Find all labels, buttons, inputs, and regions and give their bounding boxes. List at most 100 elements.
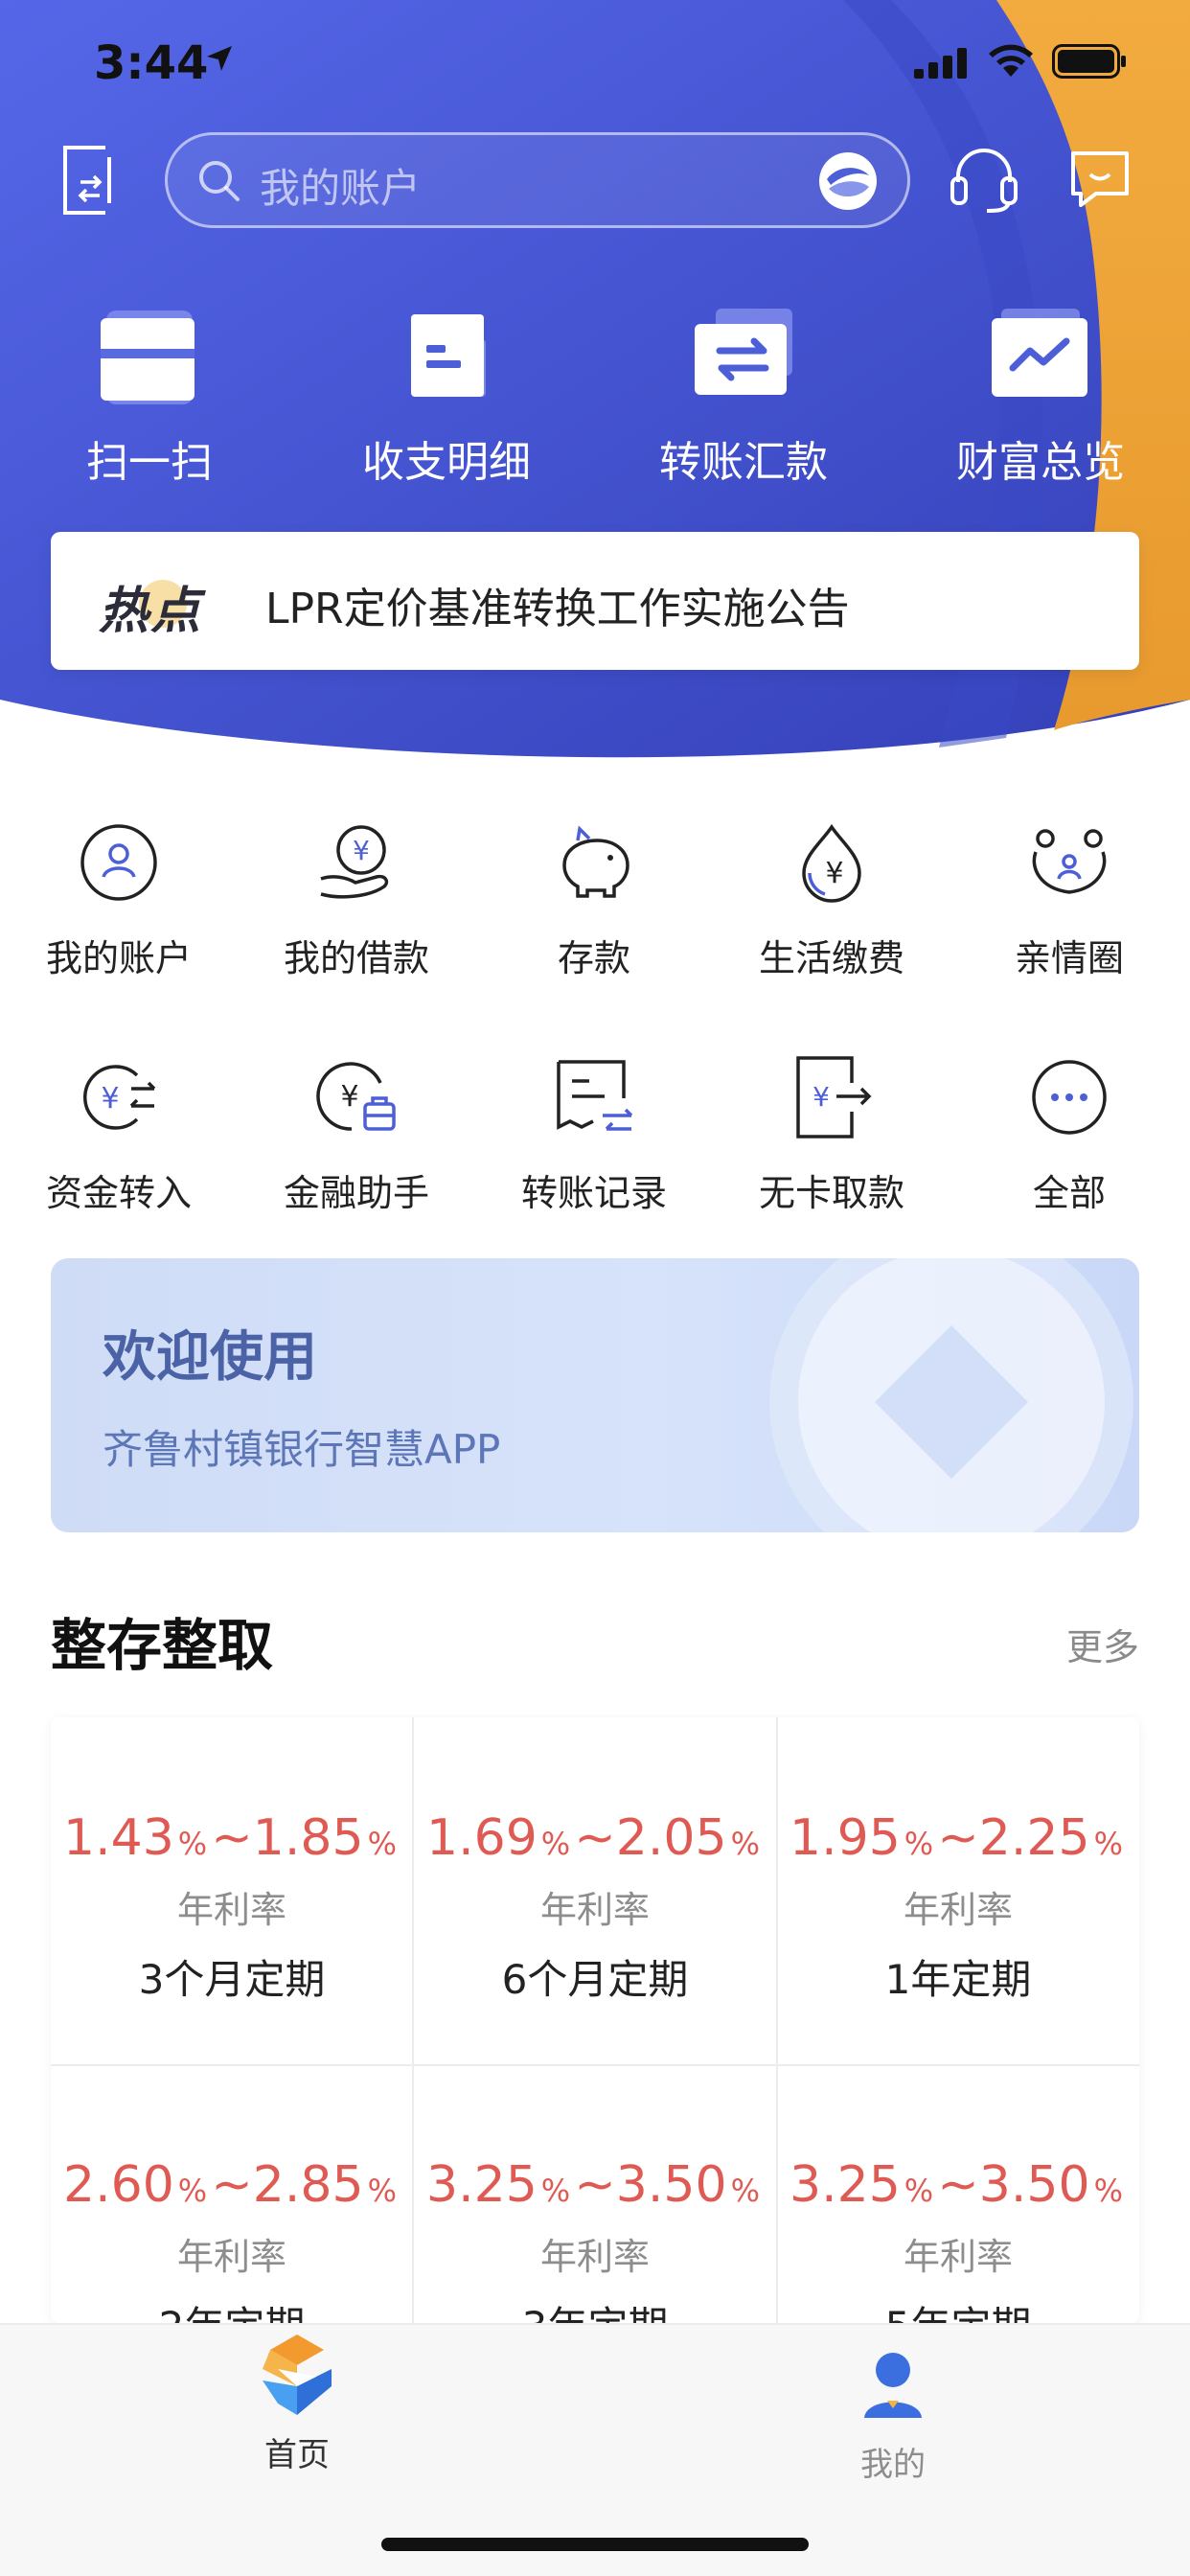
notice-text: LPR定价基准转换工作实施公告 [265, 585, 850, 633]
bank-home-screen: 3:44 我的账户 扫一扫 收支明细 转账汇款 财富总览 热点 LPR定价基准转… [0, 0, 1190, 2576]
rate-label: 年利率 [176, 1889, 286, 1931]
scan-icon [101, 310, 195, 404]
func-all[interactable]: 全部 [950, 1054, 1188, 1216]
customer-service-icon[interactable] [949, 142, 1019, 213]
function-label: 我的借款 [283, 937, 429, 979]
function-label: 金融助手 [283, 1172, 429, 1214]
rate-range: 1.95 %~2.25% [790, 1809, 1123, 1867]
func-fund-transfer-in[interactable]: ¥ 资金转入 [0, 1054, 238, 1216]
transfer-record-icon [557, 1060, 633, 1131]
more-icon [1032, 1060, 1107, 1135]
function-label: 我的账户 [45, 937, 192, 979]
hero-header: 3:44 我的账户 扫一扫 收支明细 转账汇款 财富总览 热点 LPR定价基准转… [0, 0, 1190, 776]
function-label: 无卡取款 [758, 1172, 904, 1214]
quick-wealth[interactable]: 财富总览 [926, 305, 1156, 489]
rate-range: 1.43 %~1.85% [63, 1809, 397, 1867]
quick-statement[interactable]: 收支明细 [332, 305, 561, 489]
quick-label: 扫一扫 [86, 438, 213, 487]
rate-label: 年利率 [539, 1889, 650, 1931]
voice-assistant-icon[interactable] [817, 150, 879, 212]
rate-range: 1.69 %~2.05% [426, 1809, 760, 1867]
bill-pay-icon: ¥ [802, 823, 861, 903]
wealth-chart-icon [992, 309, 1087, 397]
svg-text:¥: ¥ [101, 1082, 119, 1116]
tab-label: 首页 [264, 2436, 330, 2474]
cardless-withdraw-icon: ¥ [796, 1056, 872, 1138]
product-name: 3年定期 [414, 2294, 776, 2323]
deposit-product-card[interactable]: 1.43 %~1.85% 年利率 3个月定期 [51, 1717, 413, 2064]
fund-transfer-in-icon: ¥ [83, 1065, 156, 1130]
rate-label: 年利率 [903, 2236, 1013, 2278]
section-title: 整存整取 [51, 1613, 274, 1678]
function-label: 存款 [557, 937, 630, 979]
status-time: 3:44 [94, 36, 209, 90]
quick-actions: 扫一扫 收支明细 转账汇款 财富总览 [0, 305, 1190, 487]
function-label: 亲情圈 [1014, 937, 1124, 979]
bank-logo-icon [263, 2334, 332, 2415]
statement-icon [411, 314, 486, 397]
family-circle-icon [1032, 829, 1107, 894]
rate-range: 3.25 %~3.50% [790, 2156, 1123, 2214]
transfer-icon [695, 309, 792, 395]
search-icon [199, 161, 240, 201]
quick-label: 转账汇款 [659, 438, 828, 487]
func-family-circle[interactable]: 亲情圈 [950, 819, 1188, 981]
func-my-loan[interactable]: ¥ 我的借款 [238, 819, 475, 981]
search-bar[interactable]: 我的账户 [165, 132, 910, 228]
account-icon [80, 824, 157, 901]
search-placeholder: 我的账户 [260, 165, 422, 212]
coin-decoration [769, 1258, 1133, 1532]
product-name: 2年定期 [51, 2294, 413, 2323]
location-arrow-icon [207, 46, 232, 71]
product-name: 1年定期 [884, 1956, 1032, 2003]
rate-label: 年利率 [539, 2236, 650, 2278]
func-deposit[interactable]: 存款 [475, 819, 713, 981]
deposit-product-card[interactable]: 1.69 %~2.05% 年利率 6个月定期 [414, 1717, 776, 2064]
status-bar: 3:44 [0, 0, 1190, 125]
func-transfer-record[interactable]: 转账记录 [475, 1054, 713, 1216]
banner-title: 欢迎使用 [103, 1326, 317, 1389]
svg-text:¥: ¥ [812, 1081, 830, 1113]
deposit-product-card[interactable]: 3.25%~3.50% 年利率 3年定期 [414, 2064, 776, 2323]
user-profile-icon [864, 2353, 922, 2418]
svg-text:¥: ¥ [353, 835, 370, 866]
deposit-product-card[interactable]: 2.60%~2.85% 年利率 2年定期 [51, 2064, 413, 2323]
func-cardless-withdraw[interactable]: ¥ 无卡取款 [713, 1054, 950, 1216]
product-name: 6个月定期 [501, 1956, 689, 2003]
account-switch-icon[interactable] [57, 144, 117, 217]
deposit-product-card[interactable]: 1.95 %~2.25% 年利率 1年定期 [777, 1717, 1139, 2064]
function-label: 生活缴费 [758, 937, 904, 979]
piggy-bank-icon [562, 825, 629, 898]
quick-transfer[interactable]: 转账汇款 [629, 305, 858, 489]
quick-scan[interactable]: 扫一扫 [34, 305, 264, 489]
home-indicator [381, 2538, 809, 2551]
rate-range: 2.60 %~2.85% [63, 2156, 397, 2214]
notice-tag: 热点 [99, 583, 203, 640]
function-label: 资金转入 [45, 1172, 192, 1214]
hot-notice[interactable]: 热点 LPR定价基准转换工作实施公告 [51, 532, 1139, 670]
battery-icon [1052, 44, 1126, 79]
tab-label: 我的 [860, 2446, 926, 2484]
tab-home[interactable]: 首页 [201, 2327, 393, 2475]
quick-label: 收支明细 [362, 438, 531, 487]
section-more-link[interactable]: 更多 [1066, 1618, 1139, 1670]
finance-assistant-icon: ¥ [316, 1062, 396, 1131]
func-bill-pay[interactable]: ¥ 生活缴费 [713, 819, 950, 981]
func-my-account[interactable]: 我的账户 [0, 819, 238, 981]
function-label: 转账记录 [520, 1172, 667, 1214]
svg-text:¥: ¥ [340, 1080, 358, 1114]
message-icon[interactable] [1069, 150, 1131, 207]
welcome-banner[interactable]: 欢迎使用 齐鲁村镇银行智慧APP [51, 1258, 1139, 1532]
func-finance-assistant[interactable]: ¥ 金融助手 [238, 1054, 475, 1216]
cellular-signal-icon [914, 48, 967, 79]
function-label: 全部 [1032, 1172, 1106, 1214]
wifi-icon [989, 44, 1033, 77]
product-name: 3个月定期 [138, 1956, 326, 2003]
loan-icon: ¥ [320, 825, 389, 899]
rate-label: 年利率 [176, 2236, 286, 2278]
rate-label: 年利率 [903, 1889, 1013, 1931]
deposit-product-card[interactable]: 3.25%~3.50% 年利率 5年定期 [777, 2064, 1139, 2323]
tab-mine[interactable]: 我的 [797, 2336, 989, 2485]
product-name: 5年定期 [777, 2294, 1139, 2323]
deposit-products: 1.43 %~1.85% 年利率 3个月定期 1.69 %~2.05% 年利率 6个… [51, 1717, 1139, 2323]
